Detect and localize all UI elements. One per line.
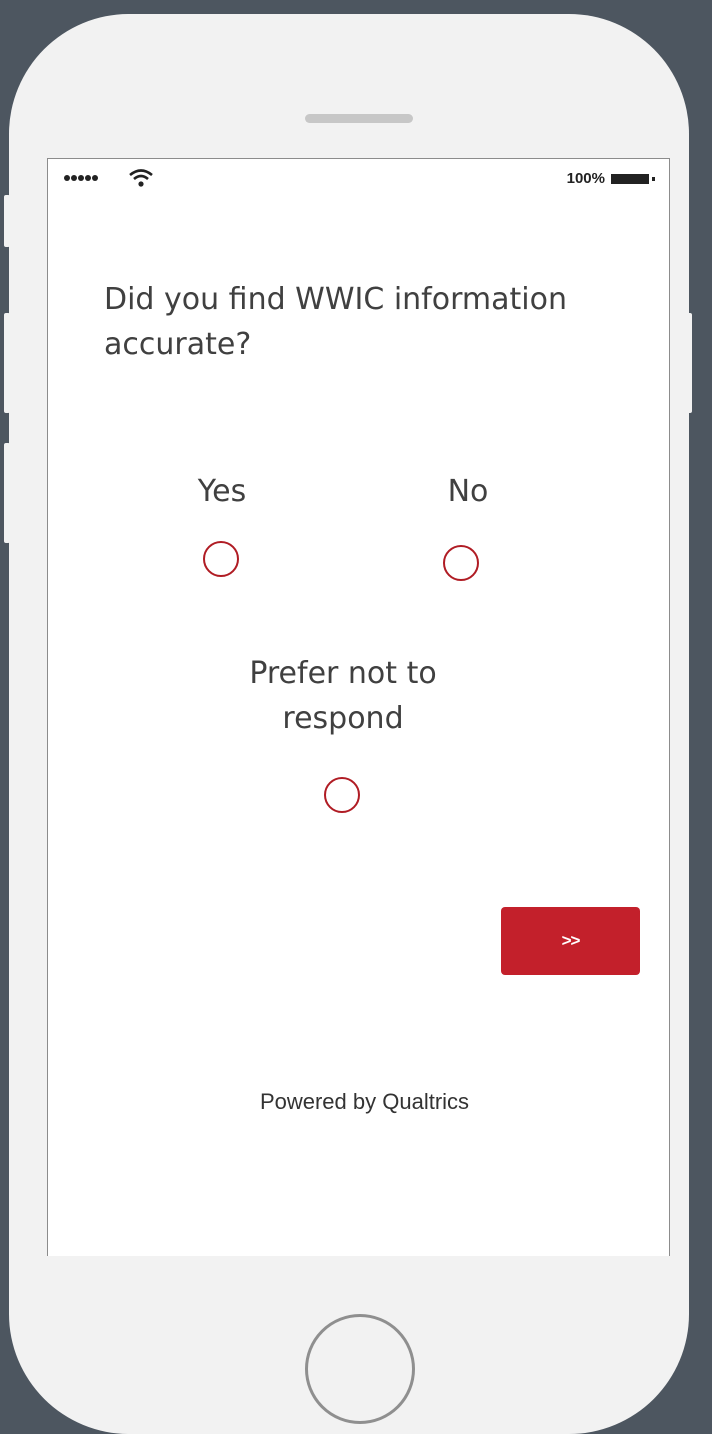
status-bar: 100%	[48, 159, 669, 195]
next-button[interactable]: >>	[501, 907, 640, 975]
phone-screen: 100% Did you find WWIC information accur…	[47, 158, 670, 1256]
powered-by-footer: Powered by Qualtrics	[259, 1089, 470, 1114]
power-button	[686, 313, 692, 413]
phone-speaker	[305, 114, 413, 123]
phone-frame: 100% Did you find WWIC information accur…	[9, 14, 689, 1434]
radio-prefer-not[interactable]	[324, 777, 360, 813]
radio-yes[interactable]	[203, 541, 239, 577]
volume-down-button	[4, 443, 10, 543]
option-yes-label: Yes	[197, 474, 247, 509]
battery-icon	[611, 174, 657, 184]
volume-up-button	[4, 313, 10, 413]
radio-no[interactable]	[443, 545, 479, 581]
option-no-label: No	[447, 474, 489, 509]
option-prefer-not-label: Prefer not to respond	[249, 656, 437, 736]
signal-dots-icon	[64, 175, 98, 181]
survey-question: Did you find WWIC information accurate?	[104, 282, 567, 362]
wifi-icon	[129, 169, 153, 187]
mute-switch	[4, 195, 10, 247]
battery-percent: 100%	[566, 170, 605, 187]
